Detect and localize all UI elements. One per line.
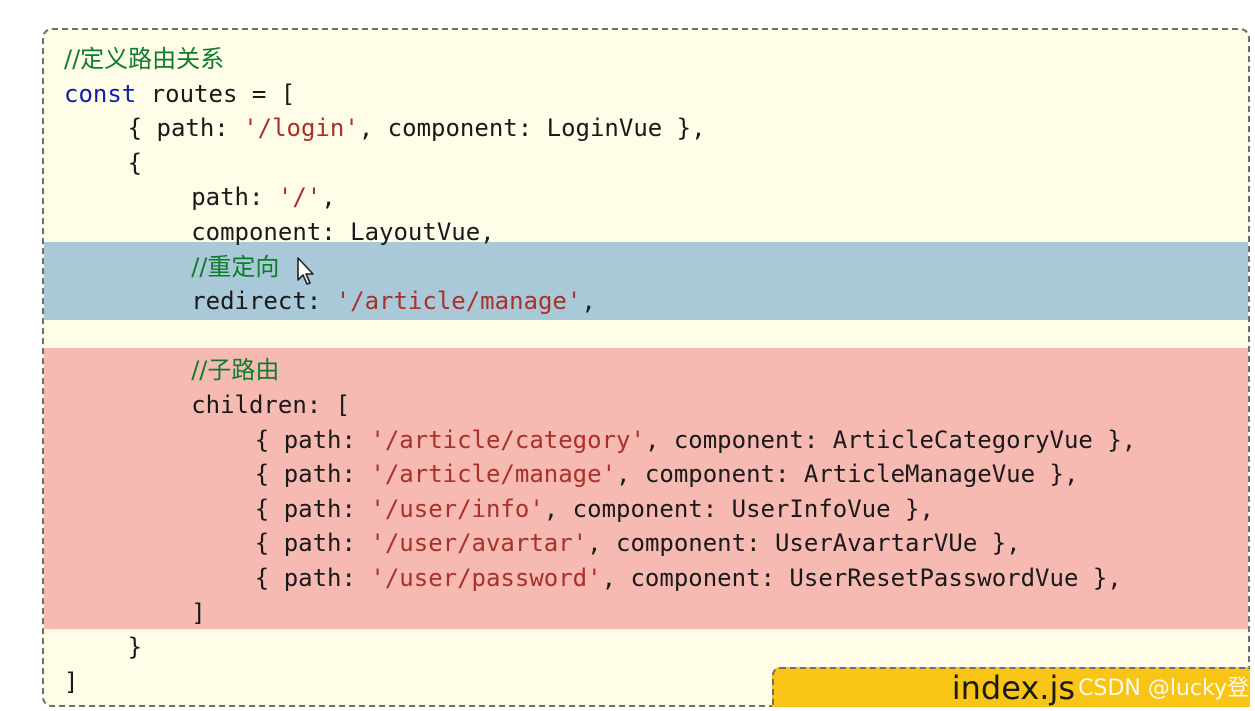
code-string: '/user/password' <box>370 564 602 592</box>
code-keyword: const <box>64 79 137 108</box>
code-string: '/article/manage' <box>335 287 582 316</box>
code-line: //重定向 <box>191 250 279 284</box>
code-token: { path: <box>254 529 371 558</box>
watermark: CSDN @lucky登 <box>1078 676 1249 701</box>
code-token: , component: ArticleCategoryVue }, <box>644 425 1137 454</box>
code-comment: //子路由 <box>191 356 280 385</box>
code-line: { path: '/article/category', component: … <box>255 423 1136 457</box>
code-token: ] <box>191 598 206 627</box>
code-token: , <box>581 287 596 316</box>
code-line: { path: '/user/avartar', component: User… <box>255 526 1021 560</box>
code-line: { path: '/article/manage', component: Ar… <box>255 457 1079 491</box>
mouse-pointer-icon <box>297 257 314 285</box>
code-line: { path: '/login', component: LoginVue }, <box>128 111 706 145</box>
code-token: , component: UserResetPasswordVue }, <box>601 564 1122 592</box>
code-comment: //重定向 <box>191 252 280 281</box>
code-line: ] <box>191 596 205 630</box>
code-line: path: '/', <box>191 180 336 214</box>
code-token: { <box>127 148 143 177</box>
code-token: , component: LoginVue }, <box>358 114 706 143</box>
code-line: { <box>128 146 142 180</box>
code-string: '/user/avartar' <box>370 529 588 558</box>
code-token: { path: <box>254 494 371 523</box>
code-line: const routes = [ <box>64 77 295 111</box>
code-line: //子路由 <box>191 353 279 387</box>
code-token: } <box>127 633 143 662</box>
file-tab-label: index.js <box>951 669 1075 707</box>
code-panel: //定义路由关系 const routes = [{ path: '/login'… <box>42 28 1250 707</box>
code-token: redirect: <box>191 287 336 316</box>
code-line: //定义路由关系 <box>64 42 224 76</box>
code-token: , component: ArticleManageVue }, <box>616 460 1079 489</box>
code-string: '/' <box>277 183 322 212</box>
code-string: '/user/info' <box>370 494 544 523</box>
code-token: { path: <box>254 425 371 454</box>
code-line: { path: '/user/password', component: Use… <box>255 561 1122 595</box>
code-token: , <box>321 183 336 212</box>
code-token: component: LayoutVue, <box>191 218 495 246</box>
code-line: children: [ <box>191 388 350 422</box>
code-token: routes = [ <box>136 79 296 108</box>
code-token: , component: UserAvartarVUe }, <box>587 529 1021 558</box>
code-line: { path: '/user/info', component: UserInf… <box>255 492 934 526</box>
code-line: redirect: '/article/manage', <box>191 284 596 318</box>
code-token: , component: UserInfoVue }, <box>543 494 934 523</box>
code-comment: //定义路由关系 <box>64 45 225 73</box>
code-token: { path: <box>254 564 371 592</box>
code-string: '/article/category' <box>370 425 645 454</box>
code-line: } <box>128 630 142 664</box>
code-token: { path: <box>254 460 371 489</box>
code-token: children: [ <box>191 391 351 419</box>
code-token: ] <box>64 667 79 696</box>
code-line: component: LayoutVue, <box>191 215 494 249</box>
code-string: '/article/manage' <box>370 460 617 489</box>
code-line: ] <box>64 665 78 699</box>
code-token: path: <box>191 183 278 212</box>
code-string: '/login' <box>243 114 359 143</box>
code-token: { path: <box>127 114 244 143</box>
